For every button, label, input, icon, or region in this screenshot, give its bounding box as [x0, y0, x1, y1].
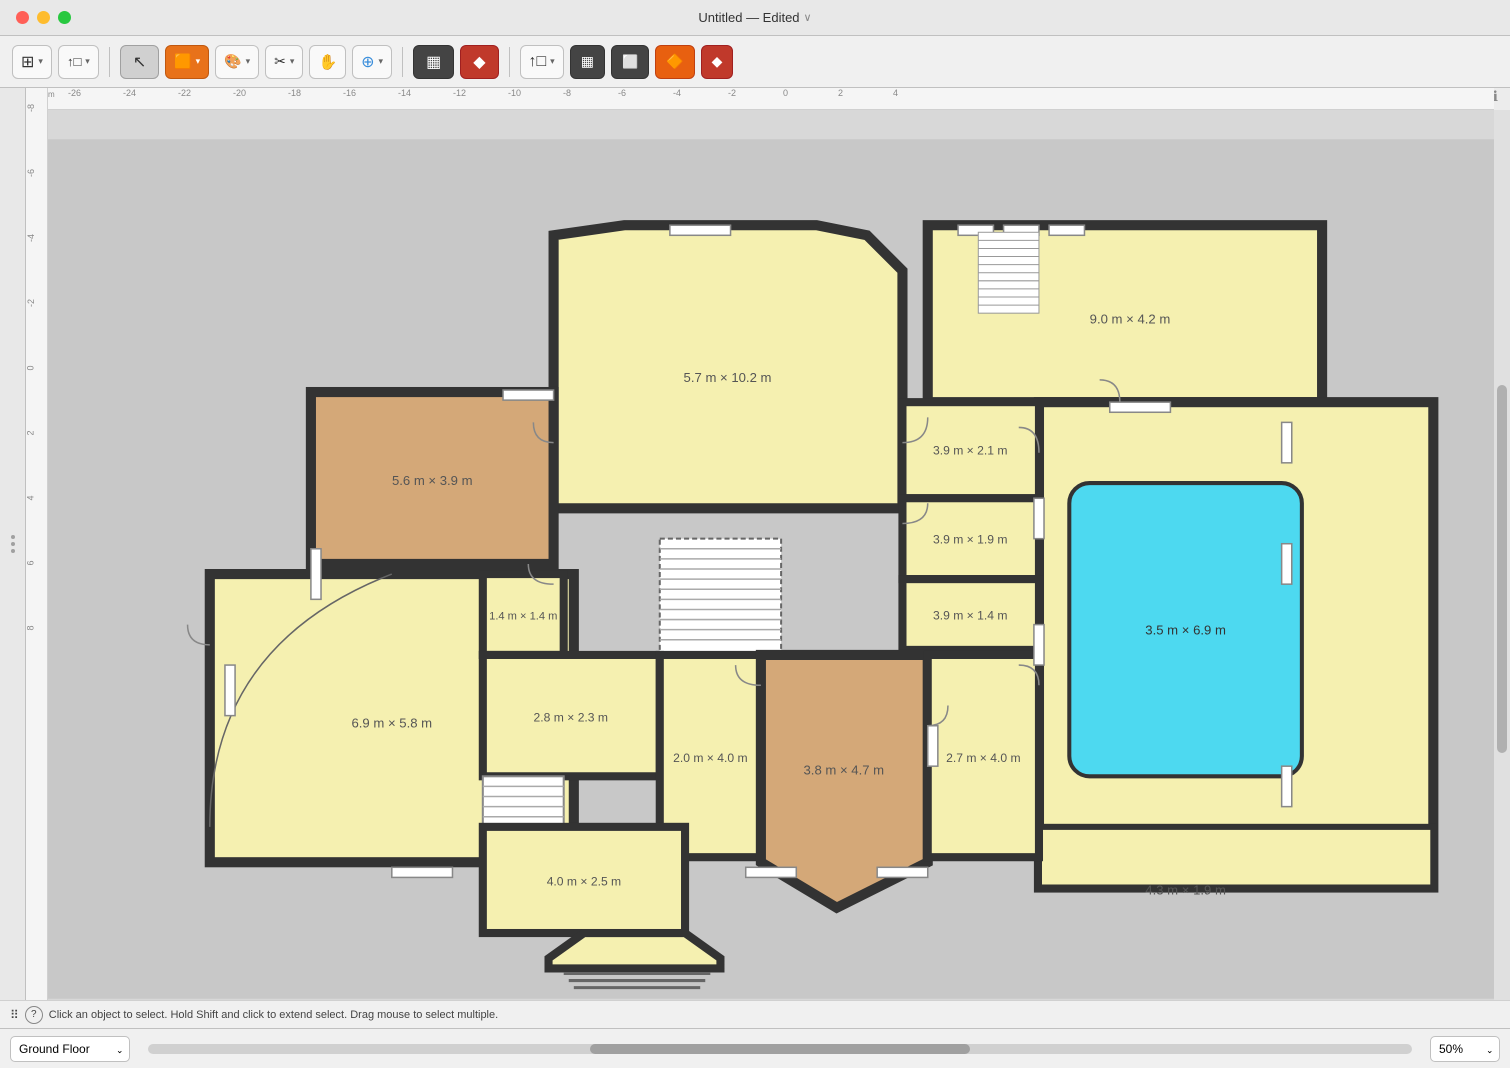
zoom-select[interactable]: 25% 50% 75% 100% 150% 200%: [1430, 1036, 1500, 1062]
chevron-down-icon: ▾: [290, 56, 295, 67]
room-label: 9.0 m × 4.2 m: [1090, 311, 1171, 326]
help-icon[interactable]: ?: [25, 1006, 43, 1024]
3d-view-button[interactable]: ◆: [460, 45, 498, 79]
room-label: 5.6 m × 3.9 m: [392, 473, 473, 488]
chevron-down-icon: ▾: [246, 56, 251, 67]
object-icon: 🟧: [174, 53, 191, 70]
object-tool-button[interactable]: 🟧 ▾: [165, 45, 209, 79]
elevation-icon: ⬜: [622, 54, 638, 70]
room-label: 6.9 m × 5.8 m: [351, 716, 432, 731]
maximize-button[interactable]: [58, 11, 71, 24]
share-button[interactable]: ↑□ ▾: [58, 45, 99, 79]
separator: [509, 47, 510, 77]
room-label: 2.8 m × 2.3 m: [534, 711, 608, 725]
floor-select-wrapper[interactable]: Ground Floor First Floor Second Floor: [10, 1036, 130, 1062]
floorplan-svg: 9.0 m × 4.2 m 3.5 m × 6.9 m 4.3 m × 9.2 …: [48, 110, 1494, 1028]
section-button[interactable]: 🔶: [655, 45, 694, 79]
view-button[interactable]: ⊞ ▾: [12, 45, 52, 79]
room-label: 2.0 m × 4.0 m: [673, 751, 747, 765]
horizontal-ruler: m -26 -24 -22 -20 -18 -16 -14 -12 -10 -8…: [46, 88, 1494, 110]
scissors-icon: ✂: [274, 53, 286, 70]
room-label: 1.4 m × 1.4 m: [489, 611, 557, 623]
chevron-down-icon: ▾: [85, 56, 90, 67]
room-label: 3.8 m × 4.7 m: [804, 762, 885, 777]
chevron-down-icon: ▾: [38, 56, 43, 67]
zoom-select-wrapper[interactable]: 25% 50% 75% 100% 150% 200%: [1430, 1036, 1500, 1062]
titlebar: Untitled — Edited ∨: [0, 0, 1510, 36]
panel-dots: [11, 535, 15, 553]
pool-label: 3.5 m × 6.9 m: [1145, 623, 1226, 638]
zoom-icon: ⊕: [361, 52, 374, 72]
window-title: Untitled — Edited: [698, 10, 799, 25]
chevron-down-icon[interactable]: ∨: [804, 11, 812, 24]
hand-icon: ✋: [318, 53, 337, 71]
toolbar: ⊞ ▾ ↑□ ▾ ↖ 🟧 ▾ 🎨 ▾ ✂ ▾ ✋ ⊕ ▾ ▦ ◆: [0, 36, 1510, 88]
separator: [109, 47, 110, 77]
canvas-area[interactable]: 9.0 m × 4.2 m 3.5 m × 6.9 m 4.3 m × 9.2 …: [48, 110, 1494, 1028]
bottom-bar: Ground Floor First Floor Second Floor 25…: [0, 1028, 1510, 1068]
section-icon: 🔶: [666, 53, 683, 70]
room-label: 2.7 m × 4.0 m: [946, 751, 1020, 765]
smart-tool-button[interactable]: ✂ ▾: [265, 45, 303, 79]
zoom-tool-button[interactable]: ⊕ ▾: [352, 45, 392, 79]
minimize-button[interactable]: [37, 11, 50, 24]
panel-handle[interactable]: [0, 88, 26, 1000]
room-label: 5.7 m × 10.2 m: [684, 370, 772, 385]
chevron-down-icon: ▾: [196, 56, 201, 67]
layout-view-button[interactable]: ▦: [413, 45, 454, 79]
horizontal-scrollbar[interactable]: [148, 1044, 1412, 1054]
cube-icon: ◆: [473, 52, 485, 72]
materials-icon: 🎨: [224, 53, 241, 70]
export-button[interactable]: ↑□ ▾: [520, 45, 564, 79]
chevron-down-icon: ▾: [379, 56, 384, 67]
view-icon: ⊞: [21, 52, 34, 72]
materials-tool-button[interactable]: 🎨 ▾: [215, 45, 259, 79]
panel-toggle-icon[interactable]: ⠿: [10, 1008, 19, 1022]
share-icon: ↑□: [67, 54, 81, 69]
window-controls: [16, 11, 71, 24]
scrollbar-thumb[interactable]: [1497, 385, 1507, 752]
upload-icon: ↑□: [529, 53, 547, 71]
room-label: 4.0 m × 2.5 m: [547, 875, 621, 889]
status-bar: ⠿ ? Click an object to select. Hold Shif…: [0, 1000, 1510, 1028]
ruler-unit: m: [48, 90, 55, 99]
layout-icon: ▦: [426, 52, 441, 72]
arrow-icon: ↖: [133, 52, 146, 72]
room-label: 3.9 m × 1.4 m: [933, 609, 1007, 623]
separator: [402, 47, 403, 77]
3d-button[interactable]: ◆: [701, 45, 734, 79]
chevron-down-icon: ▾: [550, 56, 555, 67]
plan-icon: ▦: [581, 53, 594, 70]
3d-icon: ◆: [712, 53, 723, 70]
room-label: 3.9 m × 1.9 m: [933, 533, 1007, 547]
plan-view-button[interactable]: ▦: [570, 45, 605, 79]
pan-tool-button[interactable]: ✋: [309, 45, 346, 79]
elevation-button[interactable]: ⬜: [611, 45, 649, 79]
scrollbar-thumb[interactable]: [590, 1044, 969, 1054]
room-label: 3.9 m × 2.1 m: [933, 444, 1007, 458]
select-tool-button[interactable]: ↖: [120, 45, 159, 79]
room-label: 4.3 m × 1.9 m: [1145, 883, 1226, 898]
close-button[interactable]: [16, 11, 29, 24]
floor-select[interactable]: Ground Floor First Floor Second Floor: [10, 1036, 130, 1062]
status-message: Click an object to select. Hold Shift an…: [49, 1009, 498, 1021]
vertical-scrollbar[interactable]: [1494, 110, 1510, 1028]
vertical-ruler: -8 -6 -4 -2 0 2 4 6 8: [26, 88, 48, 1028]
